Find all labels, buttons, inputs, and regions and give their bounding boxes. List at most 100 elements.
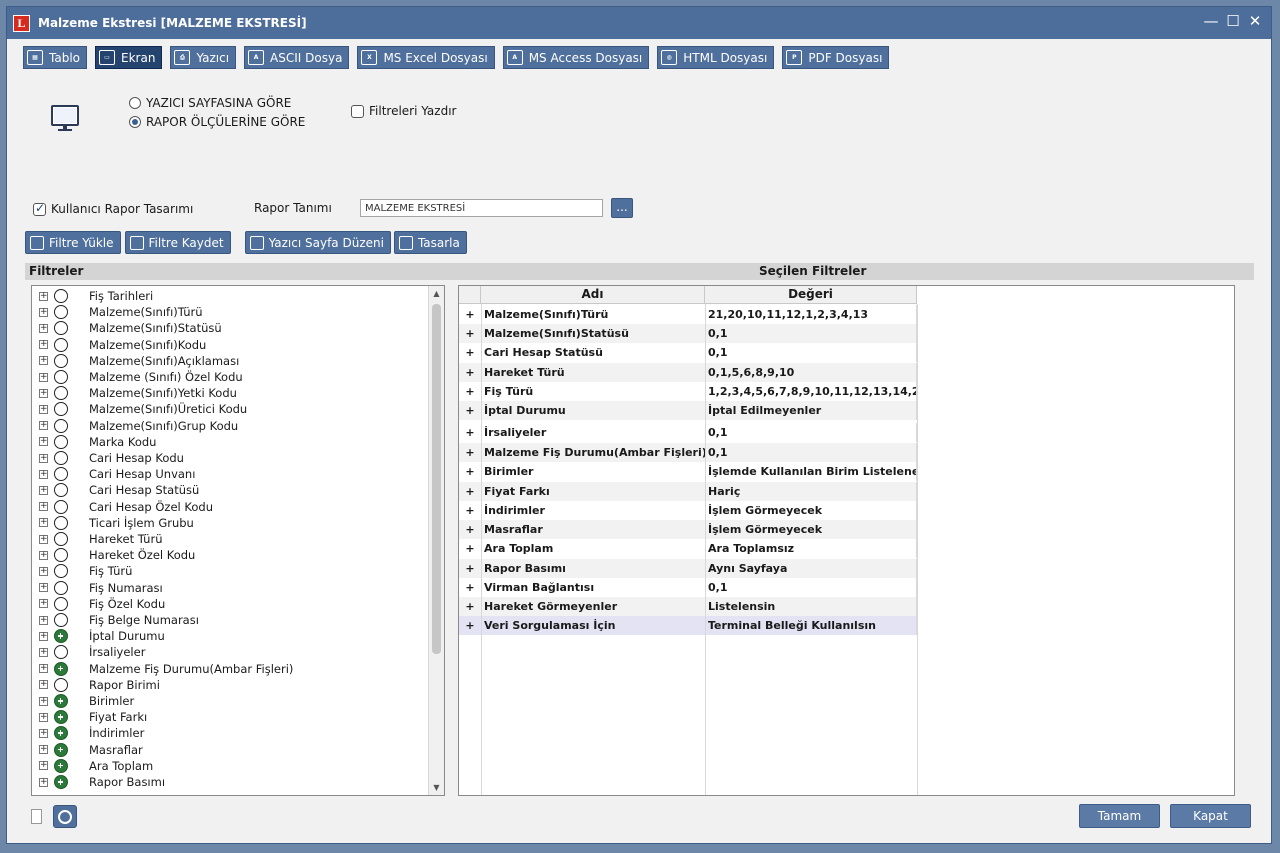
- row-value-cell[interactable]: İşlem Görmeyecek: [705, 520, 917, 539]
- tree-item[interactable]: + Fiyat Farkı: [32, 709, 427, 725]
- expand-icon[interactable]: +: [39, 502, 48, 512]
- expand-icon[interactable]: +: [39, 550, 48, 560]
- row-expand-icon[interactable]: +: [459, 363, 481, 382]
- row-expand-icon[interactable]: +: [459, 443, 481, 462]
- table-row[interactable]: + Hareket Türü 0,1,5,6,8,9,10: [459, 363, 917, 382]
- expand-icon[interactable]: +: [39, 745, 48, 755]
- table-row[interactable]: + Masraflar İşlem Görmeyecek: [459, 520, 917, 539]
- table-row[interactable]: + Veri Sorgulaması İçin Terminal Belleği K…: [459, 616, 917, 635]
- radio-report-size[interactable]: RAPOR ÖLÇÜLERİNE GÖRE: [129, 115, 305, 129]
- expand-icon[interactable]: +: [39, 307, 48, 317]
- tree-item[interactable]: + Malzeme(Sınıfı)Yetki Kodu: [32, 385, 427, 401]
- tree-item[interactable]: + Fiş Türü: [32, 563, 427, 579]
- scroll-down-icon[interactable]: ▼: [429, 780, 444, 795]
- toolbar-button-0[interactable]: ▦ Tablo: [23, 46, 87, 69]
- tree-item[interactable]: + Masraflar: [32, 742, 427, 758]
- row-expand-icon[interactable]: +: [459, 482, 481, 501]
- tree-item[interactable]: + Cari Hesap Statüsü: [32, 482, 427, 498]
- tree-item[interactable]: + Fiş Belge Numarası: [32, 612, 427, 628]
- tree-item[interactable]: + Malzeme(Sınıfı)Statüsü: [32, 320, 427, 336]
- grid-value-header[interactable]: Değeri: [705, 286, 917, 304]
- expand-icon[interactable]: +: [39, 372, 48, 382]
- radio-printer-page[interactable]: YAZICI SAYFASINA GÖRE: [129, 96, 291, 110]
- tree-item[interactable]: + Malzeme(Sınıfı)Kodu: [32, 337, 427, 353]
- tree-item[interactable]: + Rapor Birimi: [32, 677, 427, 693]
- row-value-cell[interactable]: 0,1: [705, 343, 917, 362]
- row-expand-icon[interactable]: +: [459, 401, 481, 420]
- table-row[interactable]: + Fiyat Farkı Hariç: [459, 482, 917, 501]
- tree-item[interactable]: + Malzeme (Sınıfı) Özel Kodu: [32, 369, 427, 385]
- expand-icon[interactable]: +: [39, 340, 48, 350]
- row-value-cell[interactable]: 0,1,5,6,8,9,10: [705, 363, 917, 382]
- table-row[interactable]: + Rapor Basımı Aynı Sayfaya: [459, 559, 917, 578]
- row-value-cell[interactable]: Hariç: [705, 482, 917, 501]
- expand-icon[interactable]: +: [39, 388, 48, 398]
- expand-icon[interactable]: +: [39, 680, 48, 690]
- table-row[interactable]: + Malzeme Fiş Durumu(Ambar Fişleri) 0,1: [459, 443, 917, 462]
- table-row[interactable]: + Ara Toplam Ara Toplamsız: [459, 539, 917, 558]
- table-row[interactable]: + Hareket Görmeyenler Listelensin: [459, 597, 917, 616]
- table-row[interactable]: + İrsaliyeler 0,1: [459, 423, 917, 442]
- tree-item[interactable]: + Fiş Özel Kodu: [32, 596, 427, 612]
- row-value-cell[interactable]: 0,1: [705, 578, 917, 597]
- user-design-box[interactable]: [33, 201, 46, 216]
- row-expand-icon[interactable]: +: [459, 343, 481, 362]
- row-expand-icon[interactable]: +: [459, 324, 481, 343]
- expand-icon[interactable]: +: [39, 696, 48, 706]
- tree-item[interactable]: + Cari Hesap Kodu: [32, 450, 427, 466]
- toolbar-button-2[interactable]: ⎙ Yazıcı: [170, 46, 237, 69]
- expand-icon[interactable]: +: [39, 323, 48, 333]
- print-filters-checkbox[interactable]: Filtreleri Yazdır: [351, 104, 456, 118]
- maximize-icon[interactable]: ☐: [1225, 13, 1241, 29]
- tree-item[interactable]: + Malzeme(Sınıfı)Türü: [32, 304, 427, 320]
- table-row[interactable]: + Fiş Türü 1,2,3,4,5,6,7,8,9,10,11,12,13,1…: [459, 382, 917, 403]
- expand-icon[interactable]: +: [39, 615, 48, 625]
- expand-icon[interactable]: +: [39, 421, 48, 431]
- row-expand-icon[interactable]: +: [459, 597, 481, 616]
- row-value-cell[interactable]: 21,20,10,11,12,1,2,3,4,13: [705, 305, 917, 324]
- row-expand-icon[interactable]: +: [459, 382, 481, 403]
- ok-button[interactable]: Tamam: [1079, 804, 1160, 828]
- title-bar[interactable]: L Malzeme Ekstresi [MALZEME EKSTRESİ] — …: [7, 7, 1271, 39]
- expand-icon[interactable]: +: [39, 453, 48, 463]
- table-row[interactable]: + İndirimler İşlem Görmeyecek: [459, 501, 917, 520]
- row-expand-icon[interactable]: +: [459, 578, 481, 597]
- expand-icon[interactable]: +: [39, 404, 48, 414]
- tree-item[interactable]: + Malzeme(Sınıfı)Üretici Kodu: [32, 401, 427, 417]
- selected-filters-grid[interactable]: Adı Değeri + Malzeme(Sınıfı)Türü 21,20,10,…: [458, 285, 1235, 796]
- expand-icon[interactable]: +: [39, 777, 48, 787]
- toolbar-button-1[interactable]: ▭ Ekran: [95, 46, 163, 69]
- tree-item[interactable]: + Ticari İşlem Grubu: [32, 515, 427, 531]
- tree-item[interactable]: + İptal Durumu: [32, 628, 427, 644]
- radio-printer-page-circle[interactable]: [129, 97, 141, 109]
- row-value-cell[interactable]: Aynı Sayfaya: [705, 559, 917, 578]
- expand-icon[interactable]: +: [39, 664, 48, 674]
- tree-item[interactable]: + Malzeme(Sınıfı)Grup Kodu: [32, 418, 427, 434]
- document-icon[interactable]: [31, 809, 42, 824]
- expand-icon[interactable]: +: [39, 291, 48, 301]
- row-value-cell[interactable]: 0,1: [705, 423, 917, 442]
- row-value-cell[interactable]: Terminal Belleği Kullanılsın: [705, 616, 917, 635]
- tree-item[interactable]: + İrsaliyeler: [32, 644, 427, 660]
- scroll-thumb[interactable]: [432, 304, 441, 654]
- table-row[interactable]: + Malzeme(Sınıfı)Statüsü 0,1: [459, 324, 917, 343]
- close-icon[interactable]: ✕: [1247, 13, 1263, 29]
- toolbar-button-6[interactable]: ◍ HTML Dosyası: [657, 46, 775, 69]
- tree-scrollbar[interactable]: ▲ ▼: [428, 286, 444, 795]
- expand-icon[interactable]: +: [39, 599, 48, 609]
- table-row[interactable]: + Malzeme(Sınıfı)Türü 21,20,10,11,12,1,2,3…: [459, 305, 917, 324]
- expand-icon[interactable]: +: [39, 356, 48, 366]
- table-row[interactable]: + İptal Durumu İptal Edilmeyenler: [459, 401, 917, 420]
- report-definition-field[interactable]: MALZEME EKSTRESİ: [360, 199, 603, 217]
- save-filter-button[interactable]: Filtre Kaydet: [124, 231, 231, 254]
- row-expand-icon[interactable]: +: [459, 559, 481, 578]
- table-row[interactable]: + Birimler İşlemde Kullanılan Birim Listel…: [459, 462, 917, 481]
- tree-item[interactable]: + İndirimler: [32, 725, 427, 741]
- row-value-cell[interactable]: 1,2,3,4,5,6,7,8,9,10,11,12,13,14,25,26,5…: [705, 382, 917, 403]
- row-value-cell[interactable]: Ara Toplamsız: [705, 539, 917, 558]
- expand-icon[interactable]: +: [39, 437, 48, 447]
- tree-item[interactable]: + Marka Kodu: [32, 434, 427, 450]
- row-expand-icon[interactable]: +: [459, 501, 481, 520]
- tree-item[interactable]: + Cari Hesap Unvanı: [32, 466, 427, 482]
- table-row[interactable]: + Cari Hesap Statüsü 0,1: [459, 343, 917, 362]
